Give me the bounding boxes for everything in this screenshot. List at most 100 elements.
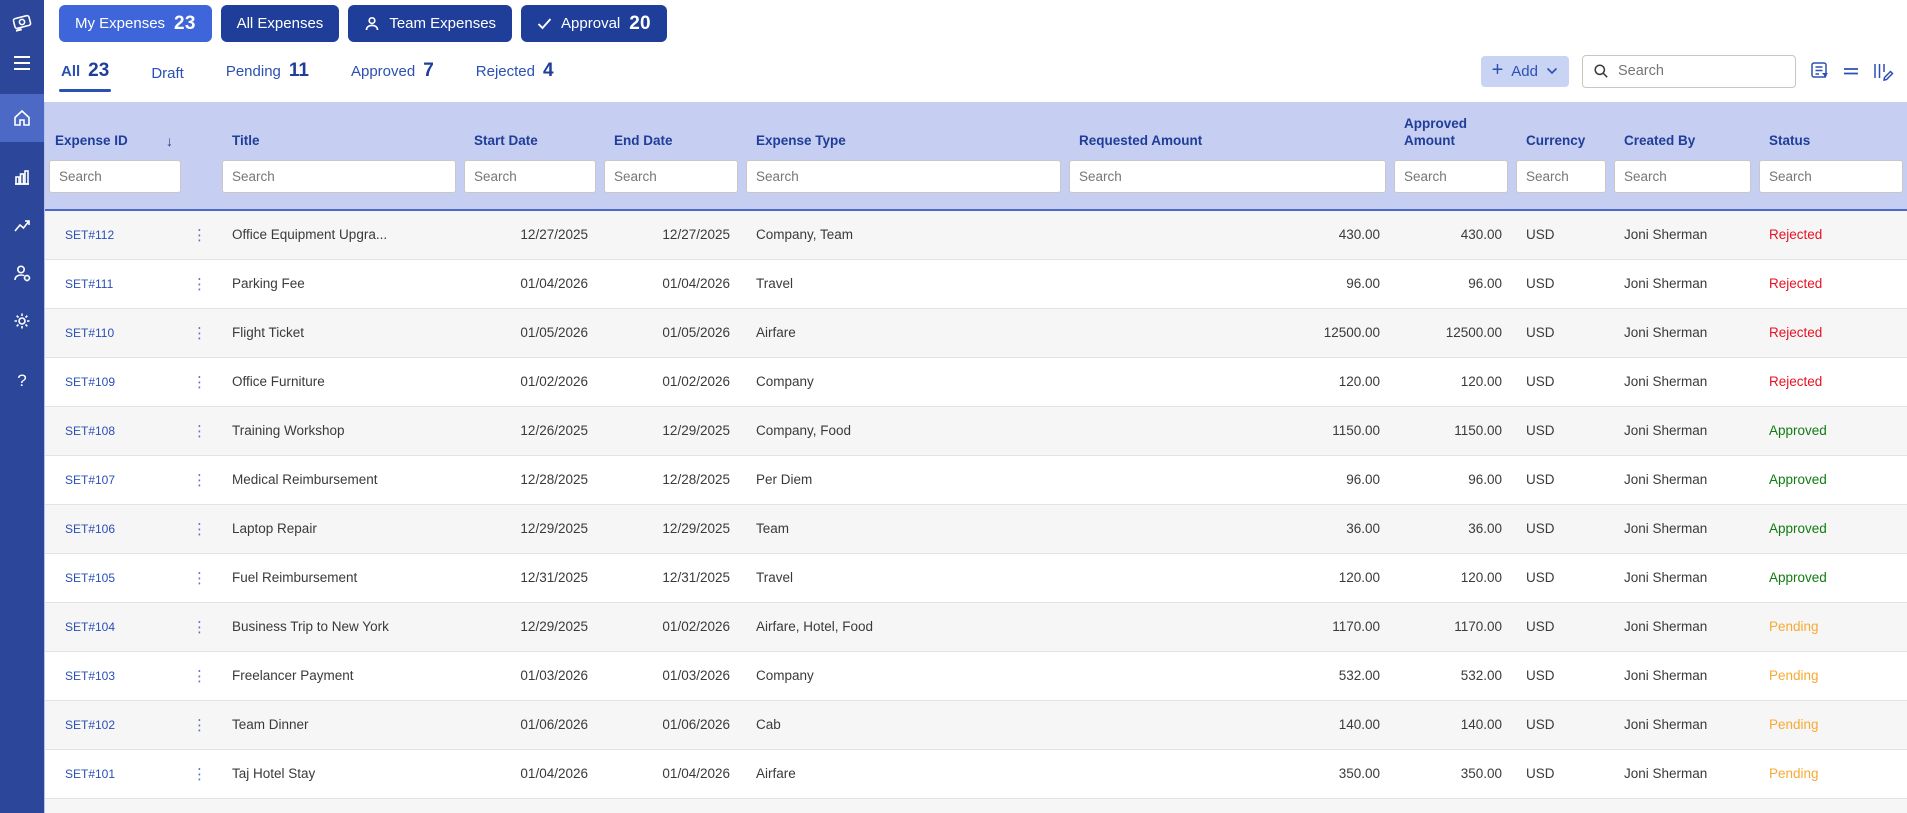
row-menu-icon[interactable]: ⋮: [185, 748, 218, 798]
col-header-end-date[interactable]: End Date: [600, 102, 742, 160]
requested-amount-cell: 430.00: [1065, 209, 1390, 259]
expense-row[interactable]: SET#108 ⋮ Training Workshop 12/26/2025 12/29…: [45, 405, 1907, 455]
filter-status[interactable]: [1759, 160, 1903, 193]
sidebar-item-user-management[interactable]: [0, 252, 44, 294]
expense-id-link[interactable]: SET#112: [45, 209, 185, 259]
expense-id-link[interactable]: SET#109: [45, 356, 185, 406]
expense-id-link[interactable]: SET#110: [45, 307, 185, 357]
edit-columns-icon[interactable]: [1871, 60, 1895, 82]
expense-id-link[interactable]: SET#107: [45, 454, 185, 504]
row-lines-icon[interactable]: [1841, 60, 1861, 82]
row-menu-icon[interactable]: ⋮: [185, 209, 218, 259]
filter-approved-amount[interactable]: [1394, 160, 1508, 193]
expense-id-link[interactable]: SET#105: [45, 552, 185, 602]
status-cell: Approved: [1755, 503, 1907, 553]
expense-id-link[interactable]: SET#103: [45, 650, 185, 700]
currency-cell: USD: [1512, 748, 1610, 798]
expense-id-link[interactable]: SET#108: [45, 405, 185, 455]
col-header-approved-amount[interactable]: Approved Amount: [1390, 102, 1512, 160]
start-date-cell: 01/04/2026: [460, 748, 600, 798]
menu-icon[interactable]: [0, 42, 44, 84]
approved-amount-cell: 96.00: [1390, 258, 1512, 308]
approval-count-badge: 20: [629, 12, 651, 34]
tab-approval[interactable]: Approval 20: [521, 5, 667, 42]
row-menu-icon[interactable]: ⋮: [185, 258, 218, 308]
col-header-currency[interactable]: Currency: [1512, 102, 1610, 160]
col-header-expense-type[interactable]: Expense Type: [742, 102, 1065, 160]
start-date-cell: 01/03/2026: [460, 650, 600, 700]
col-header-expense-id[interactable]: Expense ID ↓: [45, 102, 185, 160]
expense-type-cell: Company: [742, 650, 1065, 700]
approved-amount-cell: 532.00: [1390, 650, 1512, 700]
col-header-start-date[interactable]: Start Date: [460, 102, 600, 160]
row-menu-icon[interactable]: ⋮: [185, 650, 218, 700]
col-header-created-by[interactable]: Created By: [1610, 102, 1755, 160]
filter-requested-amount[interactable]: [1069, 160, 1386, 193]
status-cell: Rejected: [1755, 356, 1907, 406]
expense-row[interactable]: SET#109 ⋮ Office Furniture 01/02/2026 01/02/…: [45, 356, 1907, 406]
sidebar-item-help[interactable]: ?: [0, 360, 44, 402]
filter-created-by[interactable]: [1614, 160, 1751, 193]
expense-row[interactable]: SET#106 ⋮ Laptop Repair 12/29/2025 12/29/202…: [45, 503, 1907, 553]
created-by-cell: Joni Sherman: [1610, 307, 1755, 357]
row-menu-icon[interactable]: ⋮: [185, 307, 218, 357]
sidebar-item-settings[interactable]: [0, 300, 44, 342]
expense-id-link[interactable]: SET#104: [45, 601, 185, 651]
col-header-requested-amount[interactable]: Requested Amount: [1065, 102, 1390, 160]
row-menu-icon[interactable]: ⋮: [185, 356, 218, 406]
tab-my-expenses[interactable]: My Expenses 23: [59, 5, 212, 42]
start-date-cell: 12/29/2025: [460, 503, 600, 553]
expense-row[interactable]: SET#105 ⋮ Fuel Reimbursement 12/31/2025 12/3…: [45, 552, 1907, 602]
expense-id-link[interactable]: SET#101: [45, 748, 185, 798]
expense-id-link[interactable]: SET#102: [45, 699, 185, 749]
requested-amount-cell: 1150.00: [1065, 405, 1390, 455]
filter-expense-type[interactable]: [746, 160, 1061, 193]
col-header-status[interactable]: Status: [1755, 102, 1907, 160]
row-menu-icon[interactable]: ⋮: [185, 405, 218, 455]
filter-expense-id[interactable]: [49, 160, 181, 193]
search-icon: [1594, 64, 1608, 78]
title-cell: Freelancer Payment: [218, 650, 460, 700]
filter-tab-draft[interactable]: Draft: [149, 53, 186, 94]
title-cell: Taj Hotel Stay: [218, 748, 460, 798]
search-input[interactable]: [1618, 63, 1785, 80]
start-date-cell: 01/04/2026: [460, 258, 600, 308]
title-cell: Flight Ticket: [218, 307, 460, 357]
expense-row[interactable]: SET#104 ⋮ Business Trip to New York 12/29/2…: [45, 601, 1907, 651]
filter-end-date[interactable]: [604, 160, 738, 193]
sidebar-item-reports[interactable]: [0, 204, 44, 246]
row-menu-icon[interactable]: ⋮: [185, 503, 218, 553]
expense-id-link[interactable]: SET#111: [45, 258, 185, 308]
expense-id-link[interactable]: SET#106: [45, 503, 185, 553]
title-cell: Training Workshop: [218, 405, 460, 455]
sidebar-item-home[interactable]: [0, 94, 44, 142]
row-menu-icon[interactable]: ⋮: [185, 454, 218, 504]
currency-cell: USD: [1512, 650, 1610, 700]
filter-tab-pending[interactable]: Pending 11: [224, 48, 311, 94]
row-menu-icon[interactable]: ⋮: [185, 601, 218, 651]
filter-tab-rejected[interactable]: Rejected 4: [474, 48, 556, 94]
expense-row[interactable]: SET#111 ⋮ Parking Fee 01/04/2026 01/04/2026 T…: [45, 258, 1907, 308]
expense-row[interactable]: SET#112 ⋮ Office Equipment Upgra... 12/27/2…: [45, 209, 1907, 259]
row-menu-icon[interactable]: ⋮: [185, 552, 218, 602]
row-menu-icon[interactable]: ⋮: [185, 699, 218, 749]
expense-row[interactable]: SET#107 ⋮ Medical Reimbursement 12/28/2025 1…: [45, 454, 1907, 504]
sidebar-item-analytics[interactable]: [0, 156, 44, 198]
start-date-cell: 01/05/2026: [460, 307, 600, 357]
add-button[interactable]: + Add: [1480, 55, 1569, 87]
filter-currency[interactable]: [1516, 160, 1606, 193]
expense-row[interactable]: SET#101 ⋮ Taj Hotel Stay 01/04/2026 01/04/20…: [45, 748, 1907, 798]
requested-amount-cell: 96.00: [1065, 454, 1390, 504]
tab-team-expenses[interactable]: Team Expenses: [348, 5, 513, 42]
toolbar-controls: + Add: [1480, 54, 1897, 88]
expense-row[interactable]: SET#110 ⋮ Flight Ticket 01/05/2026 01/05/202…: [45, 307, 1907, 357]
filter-start-date[interactable]: [464, 160, 596, 193]
expense-row[interactable]: SET#102 ⋮ Team Dinner 01/06/2026 01/06/2026 C…: [45, 699, 1907, 749]
col-header-title[interactable]: Title: [218, 102, 460, 160]
filter-tab-approved[interactable]: Approved 7: [349, 48, 436, 94]
filter-title[interactable]: [222, 160, 456, 193]
expense-row[interactable]: SET#103 ⋮ Freelancer Payment 01/03/2026 01/0…: [45, 650, 1907, 700]
filter-list-icon[interactable]: [1809, 60, 1831, 82]
filter-tab-all[interactable]: All 23: [59, 48, 112, 94]
tab-all-expenses[interactable]: All Expenses: [220, 5, 340, 42]
